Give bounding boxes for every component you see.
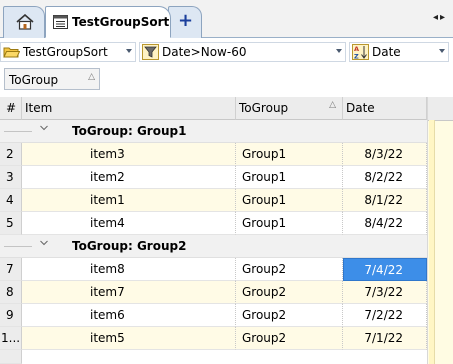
column-header-label: ToGroup: [239, 101, 289, 115]
chevron-down-icon: [126, 49, 132, 53]
right-edge-header: [428, 97, 453, 121]
cell-item[interactable]: item3: [22, 143, 236, 166]
table-row[interactable]: 1... item5 Group2 7/1/22: [0, 327, 427, 350]
collapse-chevron-icon[interactable]: [40, 124, 48, 132]
cell-date[interactable]: 8/2/22: [343, 166, 427, 189]
table-row[interactable]: 9 item6 Group2 7/2/22: [0, 304, 427, 327]
table-row[interactable]: 4 item1 Group1 8/1/22: [0, 189, 427, 212]
cell-item[interactable]: item2: [22, 166, 236, 189]
column-header-label: #: [6, 101, 17, 115]
list-window-icon: [53, 15, 68, 29]
row-number: 1...: [0, 327, 22, 350]
group-row-line: [4, 131, 32, 132]
cell-date-selected[interactable]: 7/4/22: [343, 258, 427, 281]
scroll-left-icon[interactable]: ◂: [433, 12, 440, 23]
row-number: 9: [0, 304, 22, 327]
table-row[interactable]: 5 item4 Group1 8/4/22: [0, 212, 427, 235]
tab-testgroupsort[interactable]: TestGroupSort: [45, 6, 171, 38]
row-number: 8: [0, 281, 22, 304]
column-header-date[interactable]: Date: [343, 97, 427, 120]
cell-togroup[interactable]: Group2: [236, 281, 343, 304]
row-number: 3: [0, 166, 22, 189]
cell-item[interactable]: item5: [22, 327, 236, 350]
cell-togroup[interactable]: Group1: [236, 166, 343, 189]
home-icon: [16, 14, 34, 30]
right-edge-bar: [429, 120, 435, 364]
group-chip-togroup[interactable]: ToGroup △: [4, 68, 100, 90]
tab-scroll-arrows: ◂▸: [433, 12, 447, 23]
cell-date[interactable]: 7/2/22: [343, 304, 427, 327]
cell-item[interactable]: item4: [22, 212, 236, 235]
cell-date[interactable]: 8/1/22: [343, 189, 427, 212]
column-header-label: Date: [346, 101, 375, 115]
row-number: 4: [0, 189, 22, 212]
cell-item[interactable]: item7: [22, 281, 236, 304]
sort-ascending-icon: △: [329, 100, 336, 110]
table-row-partial: [0, 350, 427, 364]
cell-item[interactable]: item8: [22, 258, 236, 281]
cell-togroup[interactable]: Group2: [236, 258, 343, 281]
cell-togroup[interactable]: Group1: [236, 143, 343, 166]
group-row-line: [4, 246, 32, 247]
row-number: 7: [0, 258, 22, 281]
cell-date[interactable]: 7/3/22: [343, 281, 427, 304]
cell-date[interactable]: 8/3/22: [343, 143, 427, 166]
cell-togroup[interactable]: Group1: [236, 212, 343, 235]
sort-az-icon: A Z: [352, 44, 369, 60]
collapse-chevron-icon[interactable]: [40, 239, 48, 247]
cell-togroup[interactable]: Group2: [236, 304, 343, 327]
view-combo[interactable]: TestGroupSort: [0, 42, 136, 62]
filter-combo-value: Date>Now-60: [162, 45, 247, 59]
svg-text:Z: Z: [354, 53, 359, 61]
column-header-togroup[interactable]: ToGroup △: [236, 97, 343, 120]
cell-item[interactable]: item6: [22, 304, 236, 327]
table-row[interactable]: 7 item8 Group2 7/4/22: [0, 258, 427, 281]
plus-icon: +: [178, 10, 194, 31]
column-header-label: Item: [25, 101, 53, 115]
table-row[interactable]: 3 item2 Group1 8/2/22: [0, 166, 427, 189]
chevron-down-icon: [336, 49, 342, 53]
sort-combo-value: Date: [372, 45, 401, 59]
column-header-item[interactable]: Item: [22, 97, 236, 120]
cell-date[interactable]: 7/1/22: [343, 327, 427, 350]
table-row[interactable]: 2 item3 Group1 8/3/22: [0, 143, 427, 166]
filter-combo[interactable]: Date>Now-60: [139, 42, 346, 62]
data-grid: # Item ToGroup △ Date ToGroup: Group1 2 …: [0, 97, 453, 364]
right-edge-strip: [427, 97, 453, 364]
view-combo-value: TestGroupSort: [23, 45, 108, 59]
row-number: [0, 350, 22, 364]
scroll-right-icon[interactable]: ▸: [440, 12, 447, 23]
table-row[interactable]: 8 item7 Group2 7/3/22: [0, 281, 427, 304]
cell-togroup[interactable]: Group2: [236, 327, 343, 350]
group-row-group2[interactable]: ToGroup: Group2: [0, 235, 427, 258]
sort-combo[interactable]: A Z Date: [349, 42, 449, 62]
toolbar: TestGroupSort Date>Now-60 A Z Date: [0, 38, 453, 66]
tab-label: TestGroupSort: [72, 15, 170, 29]
group-chip-label: ToGroup: [9, 73, 59, 87]
folder-open-icon: [3, 47, 20, 58]
cell-togroup[interactable]: Group1: [236, 189, 343, 212]
sort-ascending-icon: △: [88, 72, 95, 82]
group-by-panel: ToGroup △: [0, 66, 453, 96]
filter-icon: [142, 44, 159, 60]
column-header-number[interactable]: #: [0, 97, 22, 120]
chevron-down-icon: [439, 49, 445, 53]
tab-strip: TestGroupSort + ◂▸: [0, 0, 453, 38]
tab-home[interactable]: [3, 6, 45, 38]
group-title: ToGroup: Group2: [72, 239, 187, 253]
cell-item[interactable]: item1: [22, 189, 236, 212]
cell-date[interactable]: 8/4/22: [343, 212, 427, 235]
row-number: 5: [0, 212, 22, 235]
group-title: ToGroup: Group1: [72, 124, 187, 138]
add-tab-button[interactable]: +: [168, 6, 202, 38]
group-row-group1[interactable]: ToGroup: Group1: [0, 120, 427, 143]
row-number: 2: [0, 143, 22, 166]
